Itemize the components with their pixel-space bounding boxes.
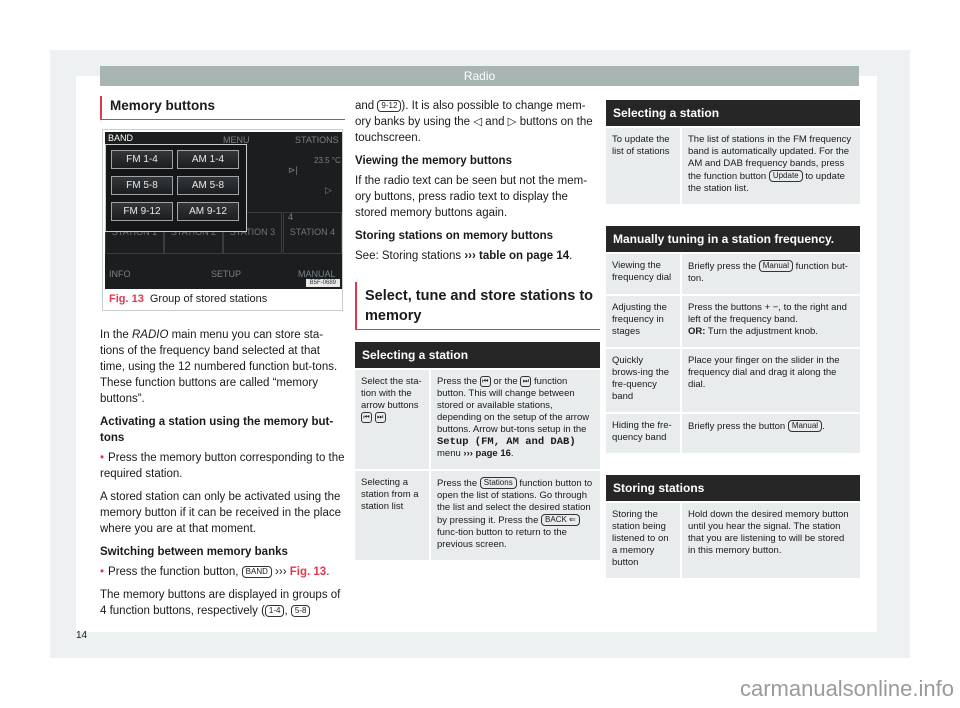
band-fm-5-8[interactable]: FM 5-8 — [111, 176, 173, 195]
table-row: Viewing the frequency dial Briefly press… — [606, 252, 860, 294]
table-row: Quickly brows-ing the fre-quency band Pl… — [606, 347, 860, 412]
row-description: Place your finger on the slider in the f… — [682, 347, 860, 412]
update-key: Update — [768, 170, 803, 182]
row-description: Press the Stations function button to op… — [431, 469, 600, 560]
table-selecting-station-cont: Selecting a station To update the list o… — [606, 100, 860, 204]
band-am-1-4[interactable]: AM 1-4 — [177, 150, 239, 169]
temperature: 23.5 °C — [314, 156, 341, 165]
heading-storing: Storing stations on memory buttons — [355, 230, 554, 242]
stations-key: Stations — [479, 477, 517, 489]
table-title: Selecting a station — [355, 342, 600, 368]
table-title: Selecting a station — [606, 100, 860, 126]
table-storing-stations: Storing stations Storing the station bei… — [606, 475, 860, 578]
tab-setup[interactable]: SETUP — [211, 269, 241, 279]
row-description: Briefly press the Manual function but-to… — [682, 252, 860, 294]
row-description: Briefly press the button Manual. — [682, 412, 860, 453]
figure-caption: Fig. 13 Group of stored stations — [105, 289, 340, 310]
band-popup: BAND FM 1-4 AM 1-4 FM 5-8 AM 5-8 FM 9-12… — [105, 133, 247, 232]
table-title: Storing stations — [606, 475, 860, 501]
column-3: Selecting a station To update the list o… — [606, 100, 860, 600]
manual-key: Manual — [758, 260, 793, 272]
back-key: BACK ⇐ — [541, 514, 580, 526]
figure-number: Fig. 13 — [109, 293, 144, 305]
table-title: Manually tuning in a station frequency. — [606, 226, 860, 252]
band-key: BAND — [241, 566, 272, 578]
tab-band[interactable]: BAND — [108, 133, 133, 143]
fig-13-link[interactable]: Fig. 13 — [290, 566, 326, 578]
row-label: Storing the station being listened to on… — [606, 501, 682, 578]
row-description: Press the ⏮ or the ⏭ function button. Th… — [431, 368, 600, 469]
heading-activating: Activating a station using the memory bu… — [100, 416, 334, 444]
table-row: Select the sta-tion with the arrow butto… — [355, 368, 600, 469]
band-am-9-12[interactable]: AM 9-12 — [177, 202, 239, 221]
row-description: The list of stations in the FM frequency… — [682, 126, 860, 204]
tab-manual[interactable]: MANUAL — [298, 269, 336, 279]
stored-note: A stored station can only be activated u… — [100, 491, 341, 535]
bullet-icon: • — [100, 566, 105, 578]
band-fm-9-12[interactable]: FM 9-12 — [111, 202, 173, 221]
figure-13: MENU STATIONS 23.5 °C ⊳| ▷ STATION 1 STA… — [102, 129, 343, 311]
station-4-number: 4 — [288, 212, 294, 222]
key-9-12: 9-12 — [377, 100, 402, 112]
figure-code: B5F-0689 — [305, 279, 340, 287]
figure-caption-text: Group of stored stations — [149, 293, 268, 305]
radio-screen: MENU STATIONS 23.5 °C ⊳| ▷ STATION 1 STA… — [105, 132, 342, 289]
prev-arrow-icon: ⏮ — [361, 412, 372, 423]
row-label: Viewing the frequency dial — [606, 252, 682, 294]
table-row: Hiding the fre-quency band Briefly press… — [606, 412, 860, 453]
tab-info[interactable]: INFO — [109, 269, 131, 279]
row-label: Adjusting the frequency in stages — [606, 294, 682, 347]
storing-paragraph: See: Storing stations ››› table on page … — [355, 250, 573, 262]
heading-switching: Switching between memory banks — [100, 546, 288, 558]
row-label: To update the list of stations — [606, 126, 682, 204]
column-2: and 9-12). It is also possible to change… — [355, 98, 600, 582]
next-arrow-icon: ⏭ — [520, 376, 532, 387]
section-title-select-tune-store: Select, tune and store stations to memor… — [355, 282, 600, 330]
continuation-paragraph: and 9-12). It is also possible to change… — [355, 100, 593, 144]
column-1: Memory buttons MENU STATIONS 23.5 °C ⊳| … — [100, 96, 345, 626]
section-title-memory-buttons: Memory buttons — [100, 96, 345, 120]
activating-bullet: • Press the memory button corresponding t… — [100, 452, 345, 480]
next-bank-icon[interactable]: ▷ — [325, 185, 332, 196]
key-1-4: 1-4 — [264, 605, 285, 617]
bullet-icon: • — [100, 452, 105, 464]
table-row: Selecting a station from a station list … — [355, 469, 600, 560]
table-manual-tuning: Manually tuning in a station frequency. … — [606, 226, 860, 453]
switching-bullet: • Press the function button, BAND ››› Fig… — [100, 566, 330, 578]
table-selecting-station: Selecting a station Select the sta-tion … — [355, 342, 600, 560]
row-label: Quickly brows-ing the fre-quency band — [606, 347, 682, 412]
intro-paragraph: In the RADIO main menu you can store sta… — [100, 329, 338, 405]
row-label: Hiding the fre-quency band — [606, 412, 682, 453]
key-5-8: 5-8 — [290, 605, 311, 617]
heading-viewing: Viewing the memory buttons — [355, 155, 512, 167]
page-16-link[interactable]: ››› page 16 — [463, 448, 511, 459]
band-fm-1-4[interactable]: FM 1-4 — [111, 150, 173, 169]
row-description: Press the buttons + −, to the right and … — [682, 294, 860, 347]
table-row: To update the list of stations The list … — [606, 126, 860, 204]
watermark[interactable]: carmanualsonline.info — [740, 676, 954, 702]
manual-key: Manual — [787, 420, 823, 432]
viewing-paragraph: If the radio text can be seen but not th… — [355, 175, 588, 219]
next-arrow-icon: ⏭ — [374, 412, 386, 423]
band-am-5-8[interactable]: AM 5-8 — [177, 176, 239, 195]
table-row: Adjusting the frequency in stages Press … — [606, 294, 860, 347]
row-label: Select the sta-tion with the arrow butto… — [355, 368, 431, 469]
tab-stations[interactable]: STATIONS — [295, 135, 339, 145]
prev-arrow-icon: ⏮ — [479, 376, 491, 387]
skip-next-icon[interactable]: ⊳| — [288, 165, 298, 176]
row-label: Selecting a station from a station list — [355, 469, 431, 560]
table-row: Storing the station being listened to on… — [606, 501, 860, 578]
row-description: Hold down the desired memory button unti… — [682, 501, 860, 578]
page-number: 14 — [76, 630, 88, 641]
table-page-link[interactable]: ››› table on page 14 — [464, 250, 569, 262]
chapter-header: Radio — [100, 66, 859, 86]
groups-paragraph: The memory buttons are displayed in grou… — [100, 589, 341, 617]
